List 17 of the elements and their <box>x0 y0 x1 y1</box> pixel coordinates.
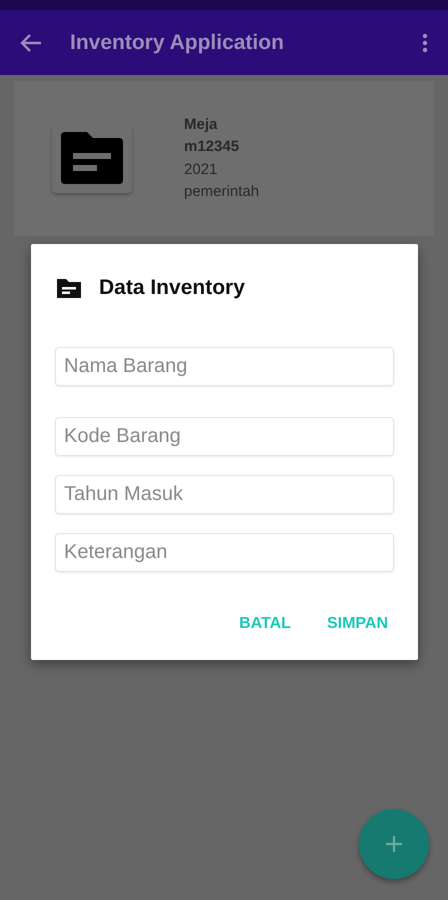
back-icon[interactable] <box>20 32 42 52</box>
item-code: m12345 <box>184 137 240 157</box>
dialog-title: Data Inventory <box>99 275 245 301</box>
input-field[interactable]: Nama Barang <box>55 346 394 386</box>
more-options-icon[interactable] <box>422 32 428 52</box>
input-field[interactable]: Keterangan <box>55 532 394 572</box>
folder-icon <box>59 132 125 186</box>
item-note: pemerintah <box>184 182 260 202</box>
save-button[interactable]: SIMPAN <box>320 608 394 640</box>
item-name: Meja <box>184 114 218 134</box>
app-title: Inventory Application <box>70 30 284 56</box>
input-field[interactable]: Tahun Masuk <box>55 474 394 514</box>
item-card[interactable]: Meja m12345 2021 pemerintah <box>14 81 434 236</box>
input-field[interactable]: Kode Barang <box>55 416 394 456</box>
cancel-button[interactable]: BATAL <box>233 608 297 640</box>
item-year: 2021 <box>184 160 218 180</box>
plus-icon <box>385 835 403 853</box>
